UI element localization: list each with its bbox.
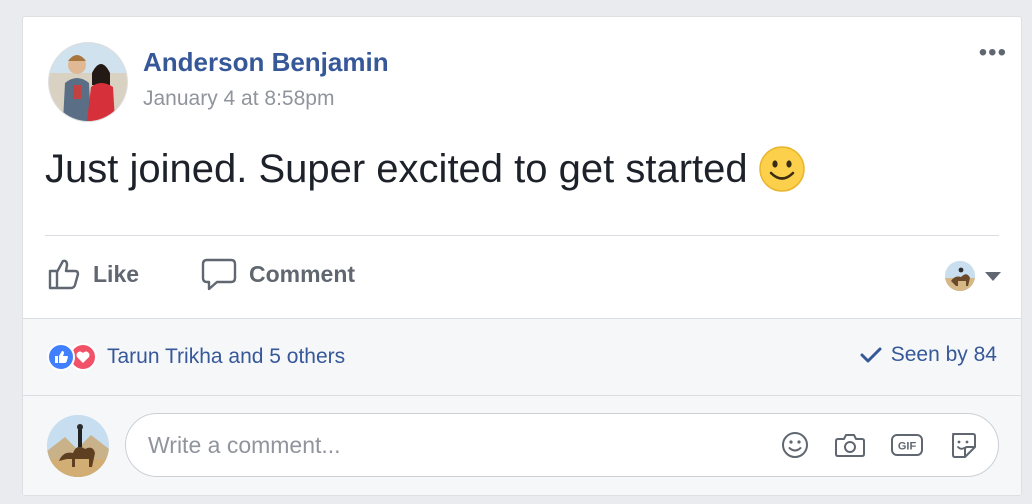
comment-bubble-icon xyxy=(201,258,237,291)
like-button[interactable]: Like xyxy=(47,257,139,291)
author-name[interactable]: Anderson Benjamin xyxy=(143,47,389,78)
like-reaction-icon xyxy=(47,343,75,371)
emoji-icon[interactable] xyxy=(780,430,810,460)
post-card: Anderson Benjamin January 4 at 8:58pm ••… xyxy=(22,16,1022,496)
seen-by-label: Seen by 84 xyxy=(890,343,997,366)
sticker-icon[interactable] xyxy=(948,430,978,460)
actions-divider xyxy=(45,235,999,236)
like-label: Like xyxy=(93,260,140,287)
comment-label: Comment xyxy=(249,260,356,287)
gif-icon[interactable]: GIF xyxy=(890,430,924,460)
post-timestamp[interactable]: January 4 at 8:58pm xyxy=(143,87,334,111)
post-text: Just joined. Super excited to get starte… xyxy=(45,146,748,191)
more-options-icon[interactable]: ••• xyxy=(979,41,1007,65)
author-avatar[interactable] xyxy=(48,42,128,122)
comment-tools: GIF xyxy=(756,430,978,460)
smiley-emoji-icon xyxy=(758,146,805,192)
reactions-summary[interactable]: Tarun Trikha and 5 others xyxy=(47,343,345,371)
seen-by-indicator[interactable]: Seen by 84 xyxy=(859,343,997,367)
comment-input[interactable] xyxy=(126,430,756,460)
comment-button[interactable]: Comment xyxy=(201,257,355,291)
comment-as-selector[interactable] xyxy=(945,261,1001,291)
comment-box: GIF xyxy=(125,413,999,477)
post-body: Just joined. Super excited to get starte… xyxy=(45,145,806,193)
caret-down-icon xyxy=(985,271,1001,281)
reactors-link[interactable]: Tarun Trikha and 5 others xyxy=(107,345,345,369)
thumbs-up-icon xyxy=(48,259,80,290)
viewer-avatar[interactable] xyxy=(47,415,109,477)
camera-icon[interactable] xyxy=(834,430,866,460)
viewer-mini-avatar xyxy=(945,261,975,291)
svg-text:GIF: GIF xyxy=(898,441,917,453)
checkmark-icon xyxy=(860,347,882,363)
